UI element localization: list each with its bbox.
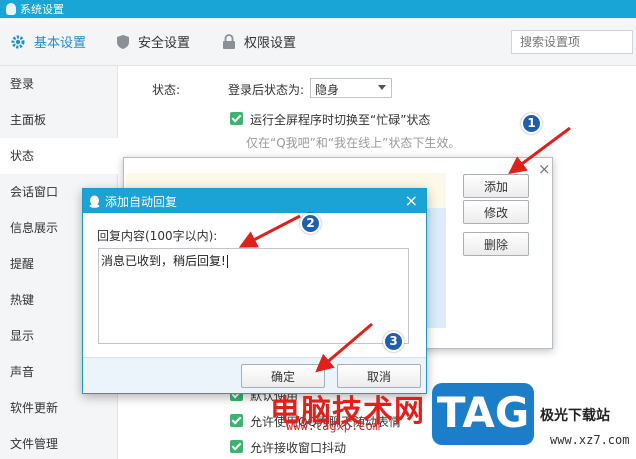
step-badge-3: 3 bbox=[383, 331, 404, 352]
watermark-site-url: www.xz7.com bbox=[550, 433, 630, 447]
annotation-arrow-1 bbox=[508, 126, 571, 175]
watermark-url: www.tagxp.com bbox=[286, 419, 380, 433]
watermark-logo: TAG bbox=[432, 383, 534, 445]
annotation-arrow-2 bbox=[238, 214, 301, 248]
annotation-arrow-3 bbox=[315, 322, 373, 373]
step-badge-1: 1 bbox=[521, 113, 542, 134]
step-badge-2: 2 bbox=[300, 213, 321, 234]
watermark-site-name: 极光下载站 bbox=[540, 408, 610, 424]
